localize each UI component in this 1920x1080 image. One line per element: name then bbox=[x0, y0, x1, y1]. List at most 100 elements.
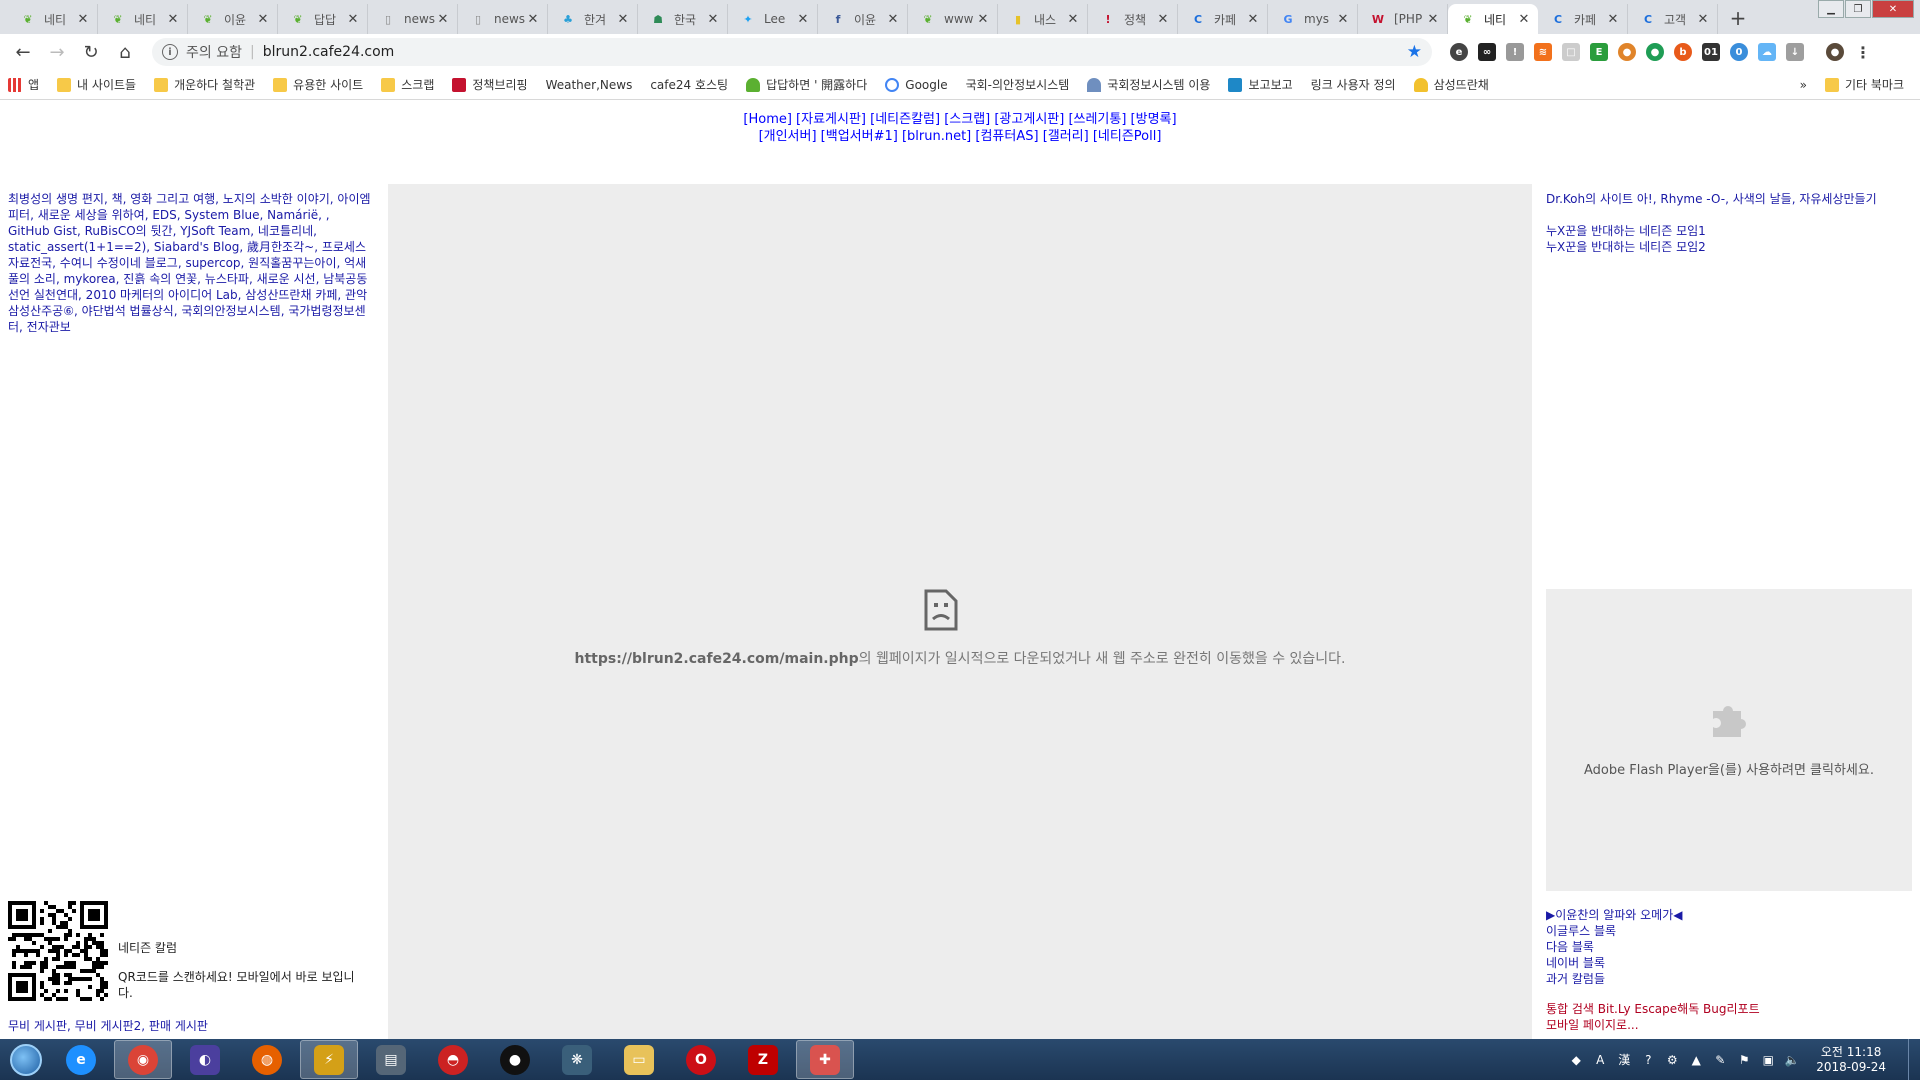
back-icon[interactable]: ← bbox=[8, 37, 38, 67]
pen-icon[interactable]: ✎ bbox=[1712, 1052, 1728, 1068]
blog-link[interactable]: 이글루스 블록 bbox=[1546, 923, 1683, 939]
address-bar[interactable]: i 주의 요함 | blrun2.cafe24.com ★ bbox=[152, 38, 1432, 66]
taskbar-app[interactable]: ◉ bbox=[114, 1040, 172, 1079]
flash-text[interactable]: Adobe Flash Player을(를) 사용하려면 클릭하세요. bbox=[1546, 759, 1912, 778]
taskbar-app[interactable]: ● bbox=[486, 1040, 544, 1079]
taskbar-app[interactable]: O bbox=[672, 1040, 730, 1079]
tab[interactable]: ✦ Lee ✕ bbox=[728, 4, 818, 34]
tab-close-icon[interactable]: ✕ bbox=[1335, 12, 1351, 27]
tab[interactable]: W [PHP ✕ bbox=[1358, 4, 1448, 34]
tab-close-icon[interactable]: ✕ bbox=[975, 12, 991, 27]
menu-icon[interactable]: ⋮ bbox=[1854, 43, 1872, 62]
info-icon[interactable]: i bbox=[162, 44, 178, 60]
rss-icon[interactable]: ≋ bbox=[1534, 43, 1552, 61]
tab-close-icon[interactable]: ✕ bbox=[345, 12, 361, 27]
cloud-icon[interactable]: ☁ bbox=[1758, 43, 1776, 61]
download-icon[interactable]: ↓ bbox=[1786, 43, 1804, 61]
bookmark-item[interactable]: Google bbox=[885, 77, 948, 92]
tab-close-icon[interactable]: ✕ bbox=[615, 12, 631, 27]
tab[interactable]: ▯ news ✕ bbox=[368, 4, 458, 34]
bookmark-item[interactable]: 유용한 사이트 bbox=[273, 76, 363, 93]
taskbar-app[interactable]: e bbox=[52, 1040, 110, 1079]
home-icon[interactable]: ⌂ bbox=[110, 37, 140, 67]
tab-close-icon[interactable]: ✕ bbox=[1065, 12, 1081, 27]
taskbar-app[interactable]: ⚡ bbox=[300, 1040, 358, 1079]
taskbar-app[interactable]: ◐ bbox=[176, 1040, 234, 1079]
ext-glasses-icon[interactable]: ∞ bbox=[1478, 43, 1496, 61]
bookmark-item[interactable]: 내 사이트들 bbox=[57, 76, 136, 93]
close-window-icon[interactable]: ✕ bbox=[1872, 0, 1914, 18]
bookmark-item[interactable]: 국회정보시스템 이용 bbox=[1087, 76, 1210, 93]
bookmark-item[interactable]: 답답하면 ' 開露하다 bbox=[746, 76, 867, 93]
flash-plugin-placeholder[interactable]: Adobe Flash Player을(를) 사용하려면 클릭하세요. bbox=[1546, 589, 1912, 891]
taskbar-app[interactable]: ◍ bbox=[238, 1040, 296, 1079]
left-link-list[interactable]: 최병성의 생명 편지, 책, 영화 그리고 여행, 노지의 소박한 이야기, 아… bbox=[8, 191, 372, 335]
ime-a-icon[interactable]: A bbox=[1592, 1052, 1608, 1068]
right-top-links[interactable]: Dr.Koh의 사이트 아!, Rhyme -O-, 사색의 날들, 자유세상만… bbox=[1546, 191, 1916, 207]
minimize-icon[interactable]: ▁ bbox=[1818, 0, 1844, 18]
bookmarks-overflow-icon[interactable]: » bbox=[1800, 78, 1807, 92]
start-button[interactable] bbox=[0, 1039, 52, 1080]
tab-close-icon[interactable]: ✕ bbox=[435, 12, 451, 27]
tab[interactable]: Gmys ✕ bbox=[1268, 4, 1358, 34]
board-links[interactable]: 무비 게시판, 무비 게시판2, 판매 게시판 bbox=[8, 1017, 208, 1034]
tab-close-icon[interactable]: ✕ bbox=[525, 12, 541, 27]
flag-icon[interactable]: ⚑ bbox=[1736, 1052, 1752, 1068]
oppose-link-1[interactable]: 누X꾼을 반대하는 네티즌 모임1 bbox=[1546, 223, 1916, 239]
ext-orange-icon[interactable]: b bbox=[1674, 43, 1692, 61]
oppose-link-2[interactable]: 누X꾼을 반대하는 네티즌 모임2 bbox=[1546, 239, 1916, 255]
tab-close-icon[interactable]: ✕ bbox=[1605, 12, 1621, 27]
ext-e-icon[interactable]: e bbox=[1450, 43, 1468, 61]
forward-icon[interactable]: → bbox=[42, 37, 72, 67]
new-tab-icon[interactable]: + bbox=[1724, 4, 1752, 32]
taskbar-app[interactable]: ◓ bbox=[424, 1040, 482, 1079]
taskbar-app[interactable]: Z bbox=[734, 1040, 792, 1079]
tab[interactable]: ! 정책 ✕ bbox=[1088, 4, 1178, 34]
tab[interactable]: C 고객 ✕ bbox=[1628, 4, 1718, 34]
tab[interactable]: C 카페 ✕ bbox=[1178, 4, 1268, 34]
ext-counter-icon[interactable]: 0 bbox=[1730, 43, 1748, 61]
other-bookmarks[interactable]: 기타 북마크 bbox=[1824, 76, 1904, 93]
ime-hanja-icon[interactable]: 漢 bbox=[1616, 1052, 1632, 1068]
network-shield-icon[interactable]: ◆ bbox=[1568, 1052, 1584, 1068]
tab[interactable]: ▮ 내스 ✕ bbox=[998, 4, 1088, 34]
tab-close-icon[interactable]: ✕ bbox=[75, 12, 91, 27]
ext-01-icon[interactable]: 01 bbox=[1702, 43, 1720, 61]
tab[interactable]: ☗ 한국 ✕ bbox=[638, 4, 728, 34]
bookmark-item[interactable]: 삼성뜨란채 bbox=[1413, 76, 1489, 93]
ext-box-icon[interactable]: □ bbox=[1562, 43, 1580, 61]
volume-icon[interactable]: 🔈 bbox=[1784, 1052, 1800, 1068]
tab-close-icon[interactable]: ✕ bbox=[705, 12, 721, 27]
avatar[interactable]: ● bbox=[1826, 43, 1844, 61]
network-icon[interactable]: ▣ bbox=[1760, 1052, 1776, 1068]
topnav-line-2[interactable]: [개인서버] [백업서버#1] [blrun.net] [컴퓨터AS] [갤러리… bbox=[0, 128, 1920, 145]
taskbar-app[interactable]: ▤ bbox=[362, 1040, 420, 1079]
taskbar-app[interactable]: ❋ bbox=[548, 1040, 606, 1079]
bookmark-item[interactable]: 정책브리핑 bbox=[452, 76, 528, 93]
blog-link[interactable]: 다음 블록 bbox=[1546, 939, 1683, 955]
tab[interactable]: f 이윤 ✕ bbox=[818, 4, 908, 34]
tray-expand-icon[interactable]: ▲ bbox=[1688, 1052, 1704, 1068]
tab[interactable]: ♣ 한겨 ✕ bbox=[548, 4, 638, 34]
tab[interactable]: C 카페 ✕ bbox=[1538, 4, 1628, 34]
bookmark-item[interactable]: 국회-의안정보시스템 bbox=[0, 76, 1069, 185]
tab[interactable]: ❦ 답답 ✕ bbox=[278, 4, 368, 34]
red-link[interactable]: 통합 검색 Bit.Ly Escape해독 Bug리포트 bbox=[1546, 1001, 1760, 1017]
chat-icon[interactable]: ● bbox=[1646, 43, 1664, 61]
taskbar-app[interactable]: ▭ bbox=[610, 1040, 668, 1079]
blog-link[interactable]: 네이버 블록 bbox=[1546, 955, 1683, 971]
evernote-icon[interactable]: E bbox=[1590, 43, 1608, 61]
url-text[interactable]: blrun2.cafe24.com bbox=[263, 44, 1407, 60]
bookmark-item[interactable]: 앱 bbox=[8, 76, 39, 93]
tab[interactable]: ❦ 네티 ✕ bbox=[8, 4, 98, 34]
bookmark-item[interactable]: Weather,News bbox=[0, 78, 632, 185]
tray-tool-icon[interactable]: ⚙ bbox=[1664, 1052, 1680, 1068]
cookie-icon[interactable]: ● bbox=[1618, 43, 1636, 61]
tab-close-icon[interactable]: ✕ bbox=[1155, 12, 1171, 27]
tab[interactable]: ❦ 이윤 ✕ bbox=[188, 4, 278, 34]
tab-close-icon[interactable]: ✕ bbox=[1245, 12, 1261, 27]
bookmark-item[interactable]: 개운하다 철학관 bbox=[154, 76, 255, 93]
tab[interactable]: ❦ 네티 ✕ bbox=[1448, 4, 1538, 34]
security-label[interactable]: 주의 요함 bbox=[186, 42, 242, 62]
tab-close-icon[interactable]: ✕ bbox=[165, 12, 181, 27]
